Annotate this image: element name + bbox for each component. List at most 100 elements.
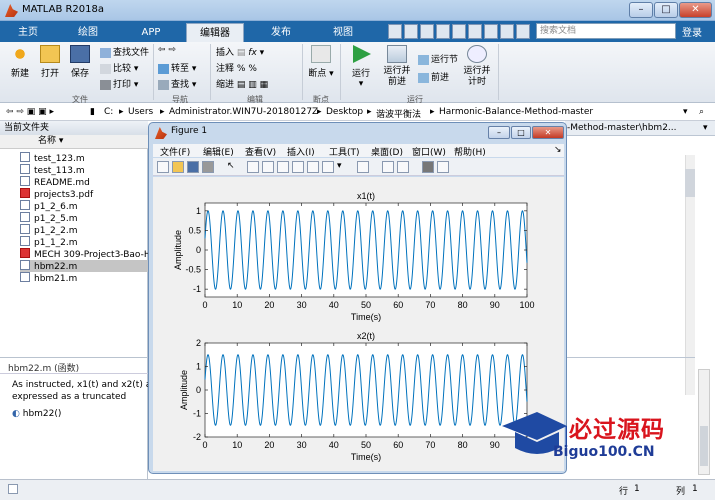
undo-quick-icon[interactable]: [452, 24, 466, 39]
tab-view[interactable]: 视图: [316, 23, 370, 42]
menu-file[interactable]: 文件(F): [160, 145, 190, 158]
switch-window-icon[interactable]: [484, 24, 498, 39]
y-tick-label-1: 1: [196, 206, 201, 216]
function-item[interactable]: ◐ hbm22(): [12, 409, 61, 419]
help-icon[interactable]: [500, 24, 514, 39]
print-button[interactable]: 打印 ▾: [100, 77, 138, 90]
address-search-icon[interactable]: ⌕: [699, 107, 704, 117]
run-time-button[interactable]: 运行并计时: [460, 45, 494, 88]
figure-icon: [155, 127, 167, 139]
file-item[interactable]: projects3.pdf: [20, 188, 148, 200]
login-link[interactable]: 登录: [682, 24, 702, 39]
advance-icon: [418, 72, 429, 83]
maximize-button[interactable]: □: [654, 2, 678, 18]
legend-icon[interactable]: [397, 161, 409, 173]
colorbar-icon[interactable]: [382, 161, 394, 173]
menu-desktop[interactable]: 桌面(D): [371, 145, 403, 158]
minimize-button[interactable]: –: [629, 2, 653, 18]
tab-publish[interactable]: 发布: [254, 23, 308, 42]
find-files-button[interactable]: 查找文件: [100, 45, 149, 58]
link-plot-icon[interactable]: [357, 161, 369, 173]
path-segment[interactable]: Harmonic-Balance-Method-master: [439, 107, 593, 117]
file-item[interactable]: hbm21.m: [20, 272, 148, 284]
close-button[interactable]: ✕: [679, 2, 712, 18]
menu-tools[interactable]: 工具(T): [329, 145, 360, 158]
goto-button[interactable]: 转至 ▾: [158, 61, 196, 74]
pan-icon[interactable]: [277, 161, 289, 173]
open-button[interactable]: 打开: [36, 45, 64, 79]
redo-quick-icon[interactable]: [468, 24, 482, 39]
run-button[interactable]: 运行 ▾: [345, 45, 377, 89]
file-item[interactable]: test_123.m: [20, 152, 148, 164]
tab-plots[interactable]: 绘图: [66, 23, 110, 42]
dropdown-icon[interactable]: [516, 24, 530, 39]
save-button[interactable]: 保存: [66, 45, 94, 79]
figure-minimize-button[interactable]: –: [488, 126, 510, 139]
text-file-icon: [20, 176, 30, 186]
file-item-selected[interactable]: hbm22.m: [20, 260, 148, 272]
open-file-icon[interactable]: [172, 161, 184, 173]
advance-button[interactable]: 前进: [418, 70, 449, 83]
tab-editor[interactable]: 编辑器: [186, 23, 244, 42]
brush-icon[interactable]: [322, 161, 334, 173]
editor-menu-icon[interactable]: ▾: [703, 123, 708, 133]
brush-dropdown-icon[interactable]: ▾: [337, 161, 349, 173]
command-scrollbar-thumb[interactable]: [700, 426, 708, 466]
file-item[interactable]: test_113.m: [20, 164, 148, 176]
m-file-icon: [20, 200, 30, 210]
menu-dock-icon[interactable]: ↘: [554, 145, 562, 155]
compare-button[interactable]: 比较 ▾: [100, 61, 138, 74]
figure-close-button[interactable]: ✕: [532, 126, 564, 139]
print-figure-icon[interactable]: [202, 161, 214, 173]
copy-quick-icon[interactable]: [420, 24, 434, 39]
hide-tools-icon[interactable]: [422, 161, 434, 173]
path-segment[interactable]: Users: [128, 107, 153, 117]
path-segment[interactable]: Desktop: [326, 107, 363, 117]
menu-edit[interactable]: 编辑(E): [203, 145, 234, 158]
file-item[interactable]: README.md: [20, 176, 148, 188]
tab-apps[interactable]: APP: [126, 23, 176, 42]
menu-window[interactable]: 窗口(W): [412, 145, 446, 158]
back-icon[interactable]: ⇦ ⇨ ▣ ▣ ▸: [6, 107, 54, 117]
run-advance-button[interactable]: 运行并前进: [380, 45, 414, 88]
address-bar[interactable]: ⇦ ⇨ ▣ ▣ ▸ ▮ C: ▸ Users ▸ Administrator.W…: [0, 104, 715, 121]
data-cursor-icon[interactable]: [307, 161, 319, 173]
find-button[interactable]: 查找 ▾: [158, 77, 196, 90]
name-column-header[interactable]: 名称 ▾: [0, 135, 148, 149]
tab-home[interactable]: 主页: [6, 23, 50, 42]
save-quick-icon[interactable]: [388, 24, 402, 39]
path-segment[interactable]: 谐波平衡法: [376, 107, 421, 120]
show-tools-icon[interactable]: [437, 161, 449, 173]
path-segment[interactable]: Administrator.WIN7U-20180127Z: [169, 107, 318, 117]
zoom-in-icon[interactable]: [247, 161, 259, 173]
menu-view[interactable]: 查看(V): [245, 145, 276, 158]
new-figure-icon[interactable]: [157, 161, 169, 173]
editor-scrollbar-thumb[interactable]: [685, 169, 695, 197]
pointer-icon[interactable]: ↖: [227, 161, 239, 173]
menu-help[interactable]: 帮助(H): [454, 145, 486, 158]
breakpoint-button[interactable]: 断点 ▾: [306, 45, 336, 79]
search-input[interactable]: 搜索文档: [536, 23, 676, 39]
cut-quick-icon[interactable]: [404, 24, 418, 39]
run-section-button[interactable]: 运行节: [418, 52, 458, 65]
path-segment[interactable]: C:: [104, 107, 113, 117]
insert-button[interactable]: 插入 ▤ fx ▾: [216, 45, 264, 58]
comment-button[interactable]: 注释 % %: [216, 61, 257, 74]
figure-maximize-button[interactable]: □: [511, 126, 531, 139]
menu-insert[interactable]: 插入(I): [287, 145, 315, 158]
file-item[interactable]: p1_2_2.m: [20, 224, 148, 236]
file-item[interactable]: p1_2_6.m: [20, 200, 148, 212]
indent-button[interactable]: 缩进 ▤ ▥ ▦: [216, 77, 268, 90]
file-item[interactable]: p1_2_5.m: [20, 212, 148, 224]
back-forward-buttons[interactable]: ⇦ ⇨: [158, 45, 176, 55]
new-button[interactable]: 新建: [6, 45, 34, 79]
paste-quick-icon[interactable]: [436, 24, 450, 39]
editor-tab[interactable]: -Method-master\hbm2...: [567, 123, 677, 133]
save-figure-icon[interactable]: [187, 161, 199, 173]
file-item[interactable]: MECH 309-Project3-Bao-H...: [20, 248, 148, 260]
zoom-out-icon[interactable]: [262, 161, 274, 173]
chart-title-2: x2(t): [357, 331, 375, 341]
address-dropdown-icon[interactable]: ▾: [683, 107, 688, 117]
rotate-icon[interactable]: [292, 161, 304, 173]
file-item[interactable]: p1_1_2.m: [20, 236, 148, 248]
